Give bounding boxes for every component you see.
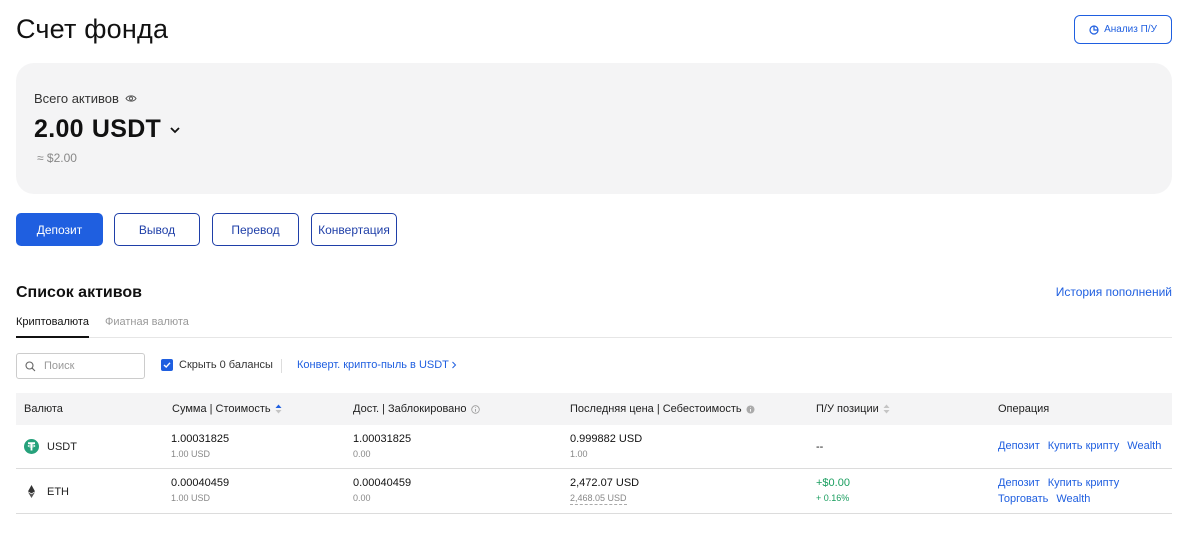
sort-icon[interactable] bbox=[275, 404, 282, 414]
total-currency-selector[interactable]: USDT bbox=[92, 115, 161, 144]
total-assets-card: Всего активов 2.00 USDT ≈ $2.00 bbox=[16, 63, 1172, 194]
filter-divider bbox=[281, 359, 282, 373]
cost-basis-value[interactable]: 2,468.05 USD bbox=[570, 493, 627, 505]
section-title: Список активов bbox=[16, 284, 142, 301]
total-amount: 2.00 bbox=[34, 115, 84, 143]
available-cell: 0.00040459 0.00 bbox=[353, 477, 412, 503]
deposit-button[interactable]: Депозит bbox=[16, 213, 103, 246]
total-assets-value: 2.00 USDT bbox=[34, 115, 181, 144]
amount-cell: 1.00031825 1.00 USD bbox=[171, 433, 230, 459]
convert-button[interactable]: Конвертация bbox=[311, 213, 397, 246]
info-icon[interactable] bbox=[470, 404, 480, 414]
total-assets-label: Всего активов bbox=[34, 91, 137, 106]
table-header: Валюта Сумма | Стоимость Дост. | Заблоки… bbox=[16, 393, 1172, 425]
info-filled-icon[interactable] bbox=[746, 405, 755, 414]
pnl-analysis-button[interactable]: Анализ П/У bbox=[1074, 15, 1172, 44]
price-cell: 2,472.07 USD 2,468.05 USD bbox=[570, 477, 640, 505]
search-input[interactable] bbox=[44, 360, 124, 372]
hide-zero-balances-toggle[interactable]: Скрыть 0 балансы bbox=[161, 359, 273, 371]
checkmark-icon bbox=[163, 362, 171, 368]
search-icon bbox=[25, 360, 36, 371]
withdraw-button[interactable]: Вывод bbox=[114, 213, 200, 246]
page-title: Счет фонда bbox=[16, 14, 169, 44]
op-trade-link[interactable]: Торговать bbox=[998, 493, 1048, 505]
hide-zero-checkbox[interactable] bbox=[161, 359, 173, 371]
th-amount[interactable]: Сумма | Стоимость bbox=[172, 403, 282, 415]
usdt-coin-icon bbox=[24, 439, 39, 454]
price-cell: 0.999882 USD 1.00 bbox=[570, 433, 643, 459]
eye-icon[interactable] bbox=[125, 94, 137, 103]
op-wealth-link[interactable]: Wealth bbox=[1056, 493, 1090, 505]
table-row: USDT 1.00031825 1.00 USD 1.00031825 0.00… bbox=[16, 425, 1172, 469]
convert-dust-link[interactable]: Конверт. крипто-пыль в USDT bbox=[297, 359, 457, 371]
th-available: Дост. | Заблокировано bbox=[353, 403, 480, 415]
deposit-history-link[interactable]: История пополнений bbox=[1056, 285, 1172, 299]
pnl-cell: -- bbox=[816, 441, 824, 453]
operation-cell: Депозит Купить крипту Торговать Wealth bbox=[998, 477, 1127, 505]
available-cell: 1.00031825 0.00 bbox=[353, 433, 412, 459]
th-operation: Операция bbox=[998, 403, 1050, 415]
operation-cell: Депозит Купить крипту Wealth bbox=[998, 440, 1169, 452]
total-assets-approx: ≈ $2.00 bbox=[37, 151, 77, 165]
eth-coin-icon bbox=[28, 485, 35, 498]
th-price: Последняя цена | Себестоимость bbox=[570, 403, 755, 415]
op-buy-crypto-link[interactable]: Купить крипту bbox=[1048, 440, 1120, 452]
th-pnl[interactable]: П/У позиции bbox=[816, 403, 890, 415]
amount-cell: 0.00040459 1.00 USD bbox=[171, 477, 230, 503]
hide-zero-label: Скрыть 0 балансы bbox=[179, 359, 273, 371]
transfer-button[interactable]: Перевод bbox=[212, 213, 299, 246]
op-wealth-link[interactable]: Wealth bbox=[1127, 440, 1161, 452]
th-currency: Валюта bbox=[24, 403, 63, 415]
coin-cell: USDT bbox=[24, 439, 77, 454]
op-deposit-link[interactable]: Депозит bbox=[998, 440, 1040, 452]
table-row: ETH 0.00040459 1.00 USD 0.00040459 0.00 … bbox=[16, 469, 1172, 514]
op-deposit-link[interactable]: Депозит bbox=[998, 477, 1040, 489]
pnl-analysis-label: Анализ П/У bbox=[1104, 24, 1157, 35]
chevron-down-icon[interactable] bbox=[169, 124, 181, 136]
coin-cell: ETH bbox=[24, 484, 69, 499]
tab-fiat[interactable]: Фиатная валюта bbox=[105, 316, 189, 338]
chevron-right-icon bbox=[452, 361, 457, 369]
sort-icon[interactable] bbox=[883, 404, 890, 414]
asset-tabs: Криптовалюта Фиатная валюта bbox=[16, 316, 1172, 338]
pnl-cell: +$0.00 + 0.16% bbox=[816, 477, 850, 503]
tab-crypto[interactable]: Криптовалюта bbox=[16, 316, 89, 338]
pie-chart-icon bbox=[1089, 24, 1099, 35]
search-box[interactable] bbox=[16, 353, 145, 379]
op-buy-crypto-link[interactable]: Купить крипту bbox=[1048, 477, 1120, 489]
